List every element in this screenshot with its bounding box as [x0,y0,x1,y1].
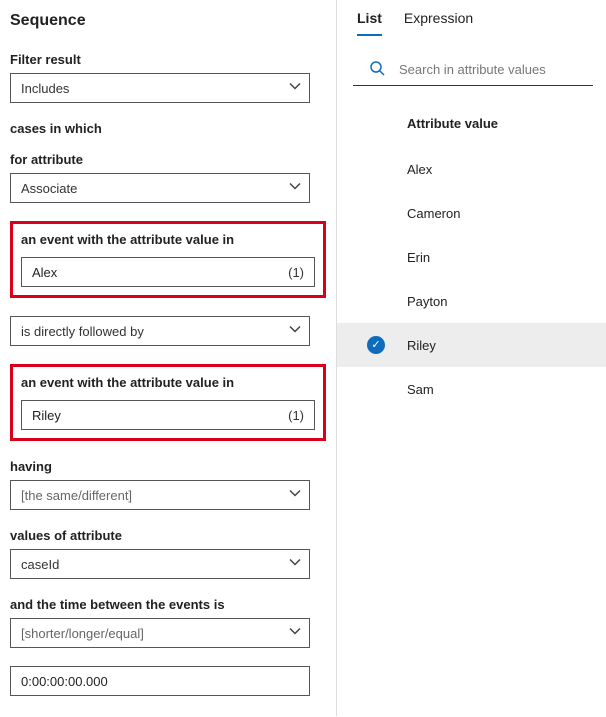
chevron-down-icon [289,626,301,641]
filter-result-value: Includes [21,81,69,96]
event2-highlight: an event with the attribute value in Ril… [10,364,326,441]
attribute-value-header: Attribute value [337,86,606,147]
chevron-down-icon [289,324,301,339]
attribute-item[interactable]: ✓ Riley [337,323,606,367]
attribute-item[interactable]: ✓Payton [337,279,606,323]
attribute-item-label: Sam [407,382,434,397]
search-input[interactable] [397,61,577,78]
time-between-label: and the time between the events is [10,597,326,612]
values-of-attribute-select[interactable]: caseId [10,549,310,579]
having-label: having [10,459,326,474]
event1-highlight: an event with the attribute value in Ale… [10,221,326,298]
attribute-item[interactable]: ✓Erin [337,235,606,279]
chevron-down-icon [289,488,301,503]
relation-value: is directly followed by [21,324,144,339]
search-row [353,46,593,86]
for-attribute-value: Associate [21,181,77,196]
event2-value-select[interactable]: Riley (1) [21,400,315,430]
attribute-item-label: Alex [407,162,432,177]
attribute-item[interactable]: ✓Sam [337,367,606,411]
chevron-down-icon [289,181,301,196]
time-comparison-value: [shorter/longer/equal] [21,626,144,641]
attribute-list: ✓Alex✓Cameron✓Erin✓Payton ✓ Riley ✓Sam [337,147,606,411]
attribute-item-label: Riley [407,338,436,353]
filter-result-select[interactable]: Includes [10,73,310,103]
chevron-down-icon [289,81,301,96]
values-panel: List Expression Attribute value ✓Alex✓Ca… [337,0,606,716]
tab-expression[interactable]: Expression [404,8,473,36]
attribute-item-label: Cameron [407,206,460,221]
duration-value: 0:00:00:00.000 [21,674,108,689]
attribute-item-label: Erin [407,250,430,265]
event1-label: an event with the attribute value in [21,232,315,247]
values-of-attribute-label: values of attribute [10,528,326,543]
event2-count: (1) [288,408,304,423]
attribute-item[interactable]: ✓Alex [337,147,606,191]
time-comparison-select[interactable]: [shorter/longer/equal] [10,618,310,648]
check-icon: ✓ [367,336,385,354]
filter-result-label: Filter result [10,52,326,67]
tab-list[interactable]: List [357,8,382,36]
for-attribute-select[interactable]: Associate [10,173,310,203]
event2-label: an event with the attribute value in [21,375,315,390]
event1-count: (1) [288,265,304,280]
relation-select[interactable]: is directly followed by [10,316,310,346]
event1-value: Alex [32,265,57,280]
for-attribute-label: for attribute [10,152,326,167]
event2-value: Riley [32,408,61,423]
duration-input[interactable]: 0:00:00:00.000 [10,666,310,696]
values-of-attribute-value: caseId [21,557,59,572]
event1-value-select[interactable]: Alex (1) [21,257,315,287]
having-value: [the same/different] [21,488,132,503]
attribute-item[interactable]: ✓Cameron [337,191,606,235]
having-select[interactable]: [the same/different] [10,480,310,510]
tabs: List Expression [337,8,606,36]
cases-in-which-text: cases in which [10,121,326,136]
attribute-item-label: Payton [407,294,447,309]
sequence-panel: Sequence Filter result Includes cases in… [0,0,337,716]
panel-title: Sequence [10,12,326,30]
chevron-down-icon [289,557,301,572]
search-icon [369,60,385,79]
